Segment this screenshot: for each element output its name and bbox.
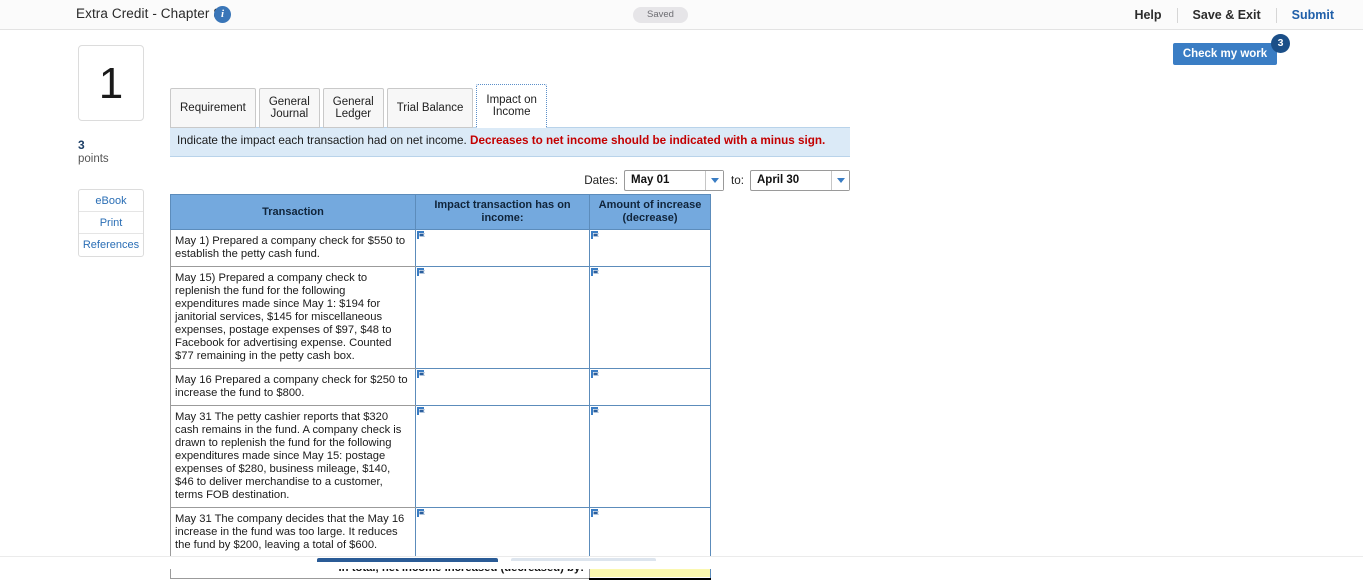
top-bar: Extra Credit - Chapter 8 i Saved Help Sa… (0, 0, 1363, 30)
help-button[interactable]: Help (1119, 7, 1176, 23)
amount-input-cell[interactable] (589, 229, 711, 267)
page-title: Extra Credit - Chapter 8 (76, 6, 221, 21)
impact-input-cell[interactable] (415, 229, 590, 267)
tab-bar: Requirement General Journal General Ledg… (170, 84, 850, 128)
cell-marker-icon (591, 509, 600, 517)
worksheet-panel: Requirement General Journal General Ledg… (170, 84, 850, 157)
cell-marker-icon (591, 370, 600, 378)
check-my-work-badge: 3 (1271, 34, 1290, 53)
cell-marker-icon (417, 509, 426, 517)
tab-requirement[interactable]: Requirement (170, 88, 256, 128)
cell-marker-icon (591, 231, 600, 239)
transaction-description: May 15) Prepared a company check to repl… (170, 266, 416, 369)
column-header-impact: Impact transaction has on income: (415, 194, 590, 230)
previous-question-button[interactable] (317, 558, 498, 562)
column-header-transaction: Transaction (170, 194, 416, 230)
date-from-select[interactable]: May 01 (624, 169, 724, 191)
table-header-row: Transaction Impact transaction has on in… (170, 194, 711, 230)
cell-marker-icon (591, 407, 600, 415)
print-link[interactable]: Print (79, 212, 143, 234)
table-row: May 16 Prepared a company check for $250… (170, 368, 711, 406)
table-row: May 31 The petty cashier reports that $3… (170, 405, 711, 508)
date-from-value: May 01 (631, 174, 670, 186)
tab-general-ledger[interactable]: General Ledger (322, 88, 384, 128)
info-icon[interactable]: i (214, 6, 231, 23)
dates-to-label: to: (731, 173, 744, 187)
amount-input-cell[interactable] (589, 507, 711, 558)
dates-row: Dates: May 01 to: April 30 (170, 169, 850, 191)
references-link[interactable]: References (79, 234, 143, 256)
tab-trial-balance[interactable]: Trial Balance (386, 88, 474, 128)
amount-input-cell[interactable] (589, 405, 711, 508)
check-my-work-button[interactable]: Check my work (1173, 43, 1277, 65)
table-body: May 1) Prepared a company check for $550… (170, 229, 711, 580)
top-bar-actions: Help Save & Exit Submit (1119, 0, 1349, 30)
cell-marker-icon (591, 268, 600, 276)
cell-marker-icon (417, 370, 426, 378)
instruction-text: Indicate the impact each transaction had… (177, 134, 471, 147)
table-row: May 15) Prepared a company check to repl… (170, 266, 711, 369)
amount-input-cell[interactable] (589, 368, 711, 406)
table-row: May 31 The company decides that the May … (170, 507, 711, 558)
cell-marker-icon (417, 231, 426, 239)
status-badge: Saved (633, 7, 688, 23)
next-question-button[interactable] (511, 558, 656, 561)
chevron-down-icon[interactable] (831, 170, 849, 190)
impact-on-income-table: Transaction Impact transaction has on in… (170, 194, 711, 580)
column-header-amount: Amount of increase (decrease) (589, 194, 711, 230)
points-value: 3 (78, 138, 85, 152)
impact-input-cell[interactable] (415, 368, 590, 406)
save-exit-button[interactable]: Save & Exit (1178, 7, 1276, 23)
date-to-select[interactable]: April 30 (750, 169, 850, 191)
transaction-description: May 31 The petty cashier reports that $3… (170, 405, 416, 508)
resource-links: eBook Print References (78, 189, 144, 257)
question-number: 1 (78, 45, 144, 121)
chevron-down-icon[interactable] (705, 170, 723, 190)
check-my-work-wrapper: Check my work 3 (1173, 34, 1290, 65)
bottom-navigation-strip (0, 556, 1363, 569)
question-rail: 1 3 points eBook Print References (78, 45, 144, 257)
ebook-link[interactable]: eBook (79, 190, 143, 212)
points-label: points (78, 153, 109, 165)
tab-general-journal[interactable]: General Journal (258, 88, 320, 128)
transaction-description: May 1) Prepared a company check for $550… (170, 229, 416, 267)
table-row: May 1) Prepared a company check for $550… (170, 229, 711, 267)
impact-input-cell[interactable] (415, 405, 590, 508)
instruction-warning: Decreases to net income should be indica… (470, 134, 826, 147)
instruction-banner: Indicate the impact each transaction had… (170, 127, 850, 157)
tab-impact-on-income[interactable]: Impact on Income (476, 84, 547, 128)
impact-input-cell[interactable] (415, 507, 590, 558)
amount-input-cell[interactable] (589, 266, 711, 369)
cell-marker-icon (417, 268, 426, 276)
dates-label: Dates: (584, 173, 618, 187)
date-to-value: April 30 (757, 174, 800, 186)
submit-button[interactable]: Submit (1277, 7, 1349, 23)
impact-input-cell[interactable] (415, 266, 590, 369)
transaction-description: May 31 The company decides that the May … (170, 507, 416, 558)
cell-marker-icon (417, 407, 426, 415)
transaction-description: May 16 Prepared a company check for $250… (170, 368, 416, 406)
